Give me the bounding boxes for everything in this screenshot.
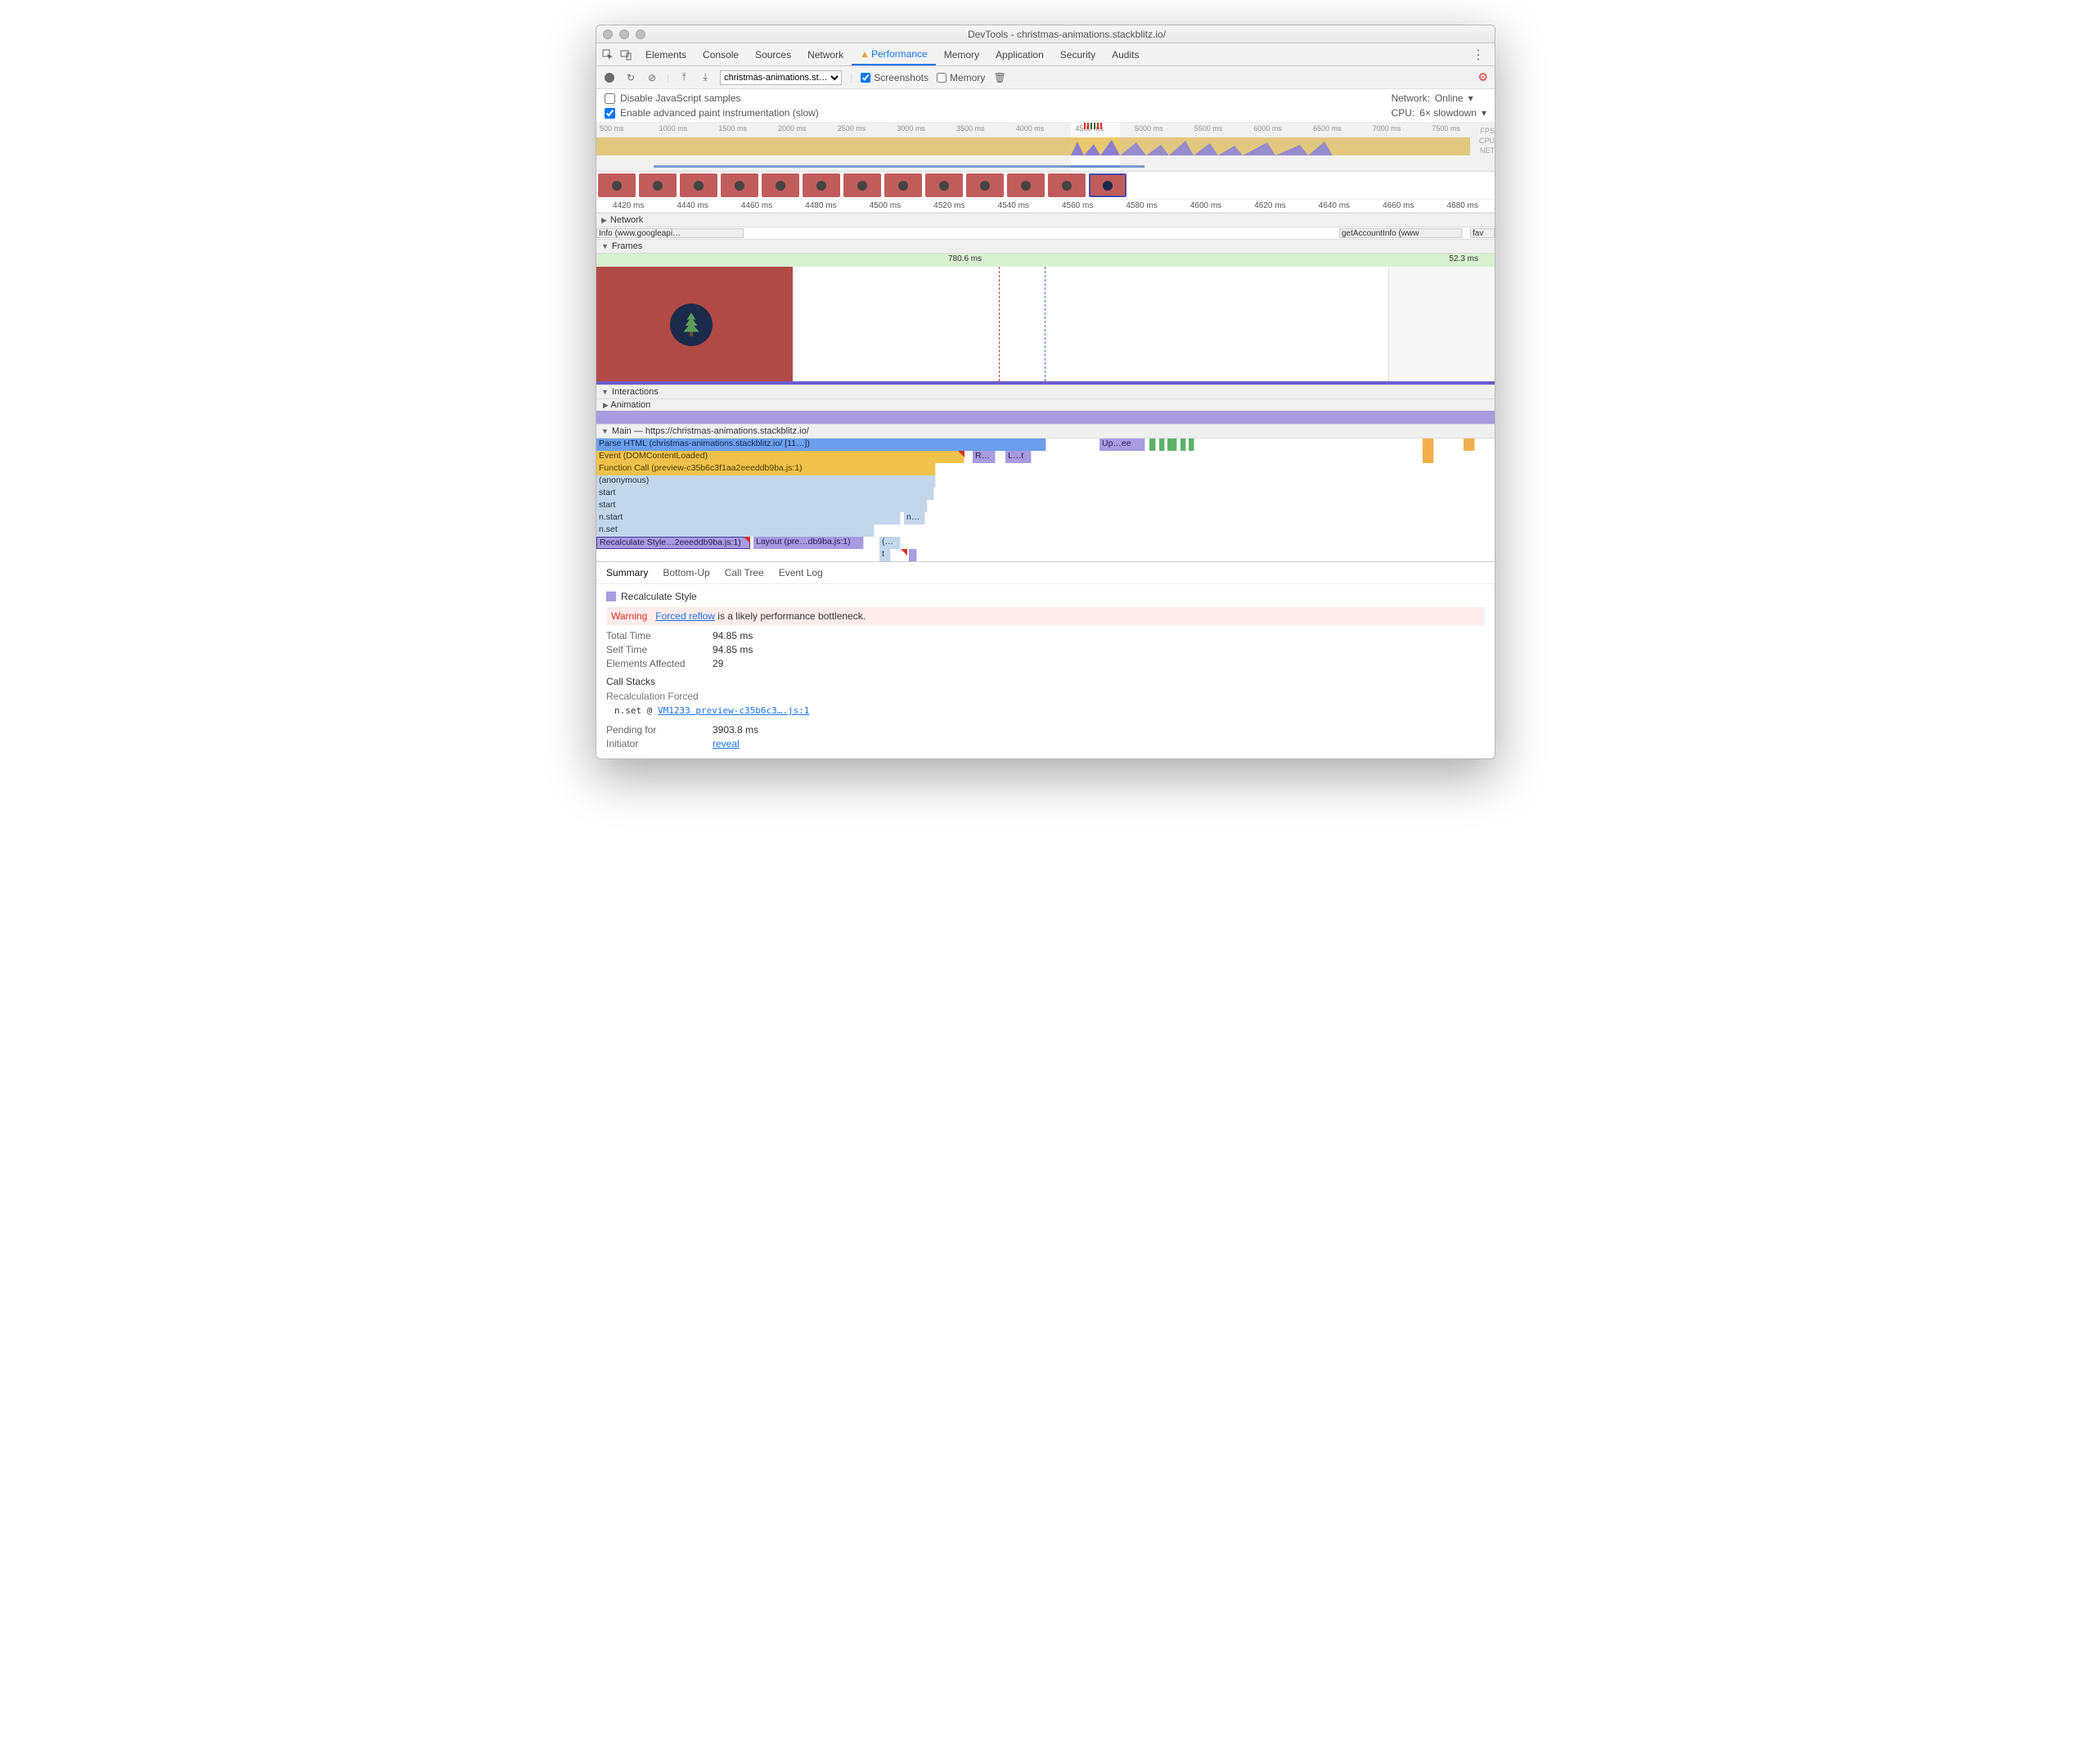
panel-tabs: Elements Console Sources Network ▲Perfor… <box>596 43 1495 66</box>
frame-screenshot <box>596 267 793 381</box>
network-section[interactable]: ▶Network <box>596 213 1495 227</box>
network-throttle[interactable]: Online <box>1435 92 1464 104</box>
flame-bar[interactable]: Parse HTML (christmas-animations.stackbl… <box>596 439 1046 451</box>
reload-button[interactable]: ↻ <box>624 71 637 84</box>
details-tabs: Summary Bottom-Up Call Tree Event Log <box>596 561 1495 584</box>
forced-reflow-link[interactable]: Forced reflow <box>655 610 715 622</box>
traffic-lights <box>603 29 645 39</box>
tab-memory[interactable]: Memory <box>936 43 987 65</box>
screenshots-toggle[interactable]: Screenshots <box>861 72 929 83</box>
interactions-bar[interactable] <box>596 411 1495 424</box>
screenshot-canvas[interactable] <box>596 267 1495 381</box>
inspect-icon[interactable] <box>601 48 614 61</box>
memory-toggle[interactable]: Memory <box>937 72 985 83</box>
frames-lane[interactable]: 780.6 ms 52.3 ms <box>596 254 1495 267</box>
flame-chart[interactable]: Parse HTML (christmas-animations.stackbl… <box>596 439 1495 561</box>
frame-filmstrip[interactable] <box>596 172 1495 200</box>
target-select[interactable]: christmas-animations.st… <box>720 70 842 85</box>
warning-banner: Warning Forced reflow is a likely perfor… <box>606 607 1485 625</box>
call-stacks-heading: Call Stacks <box>606 676 1485 687</box>
flame-bar-selected[interactable]: Recalculate Style…2eeeddb9ba.js:1) <box>596 537 750 549</box>
tab-sources[interactable]: Sources <box>747 43 799 65</box>
frames-section[interactable]: ▼Frames <box>596 239 1495 254</box>
tab-performance[interactable]: ▲Performance <box>852 43 936 65</box>
chevron-right-icon: ▶ <box>601 216 607 225</box>
chevron-down-icon: ▼ <box>601 388 609 396</box>
chevron-down-icon: ▼ <box>601 427 609 435</box>
main-section[interactable]: ▼Main — https://christmas-animations.sta… <box>596 424 1495 439</box>
tab-elements[interactable]: Elements <box>637 43 695 65</box>
tab-bottomup[interactable]: Bottom-Up <box>663 567 709 578</box>
chevron-down-icon: ▼ <box>601 242 609 250</box>
summary-pane: Recalculate Style Warning Forced reflow … <box>596 584 1495 758</box>
interactions-section[interactable]: ▼Interactions <box>596 385 1495 399</box>
flame-bar[interactable]: t <box>879 549 891 561</box>
chevron-down-icon: ▾ <box>1468 92 1473 104</box>
enable-paint-instr[interactable]: Enable advanced paint instrumentation (s… <box>605 107 819 119</box>
flame-bar[interactable]: Event (DOMContentLoaded) <box>596 451 965 463</box>
timeline-overview[interactable]: 500 ms1000 ms1500 ms2000 ms2500 ms3000 m… <box>596 123 1495 172</box>
tab-audits[interactable]: Audits <box>1104 43 1147 65</box>
tab-security[interactable]: Security <box>1052 43 1104 65</box>
stack-source-link[interactable]: VM1233 preview-c35b6c3….js:1 <box>658 705 809 716</box>
flame-bar[interactable]: L…t <box>1005 451 1032 463</box>
chevron-down-icon: ▾ <box>1482 107 1486 119</box>
flame-bar[interactable]: (… <box>879 537 901 549</box>
zoom-dot[interactable] <box>636 29 645 39</box>
save-profile-icon[interactable]: ⤓ <box>699 71 712 84</box>
titlebar: DevTools - christmas-animations.stackbli… <box>596 25 1495 43</box>
settings-gear-icon[interactable]: ⚙ <box>1477 70 1488 84</box>
network-request[interactable]: getAccountInfo (www <box>1339 228 1462 238</box>
window-title: DevTools - christmas-animations.stackbli… <box>645 29 1488 40</box>
flame-bar[interactable]: start <box>596 500 928 512</box>
warning-icon: ▲ <box>860 48 870 60</box>
tab-application[interactable]: Application <box>987 43 1052 65</box>
tab-console[interactable]: Console <box>695 43 747 65</box>
perf-toolbar: ↻ ⊘ | ⤒ ⤓ christmas-animations.st… | Scr… <box>596 66 1495 89</box>
tree-icon <box>670 304 713 346</box>
more-menu-icon[interactable]: ⋮ <box>1467 47 1490 63</box>
close-dot[interactable] <box>603 29 613 39</box>
legend-swatch <box>606 592 616 601</box>
network-request[interactable]: fav <box>1470 228 1495 238</box>
flame-bar[interactable]: R… <box>973 451 996 463</box>
tab-eventlog[interactable]: Event Log <box>779 567 823 578</box>
flame-bar[interactable]: (anonymous) <box>596 475 936 488</box>
initiator-reveal-link[interactable]: reveal <box>713 738 740 749</box>
minimize-dot[interactable] <box>619 29 629 39</box>
capture-options: Disable JavaScript samples Enable advanc… <box>596 89 1495 123</box>
clear-button[interactable]: ⊘ <box>645 71 659 84</box>
flame-bar[interactable]: Function Call (preview-c35b6c3f1aa2eeedd… <box>596 463 936 475</box>
network-request[interactable]: Info (www.googleapi… <box>596 228 744 238</box>
stack-frame: n.set @ VM1233 preview-c35b6c3….js:1 <box>614 705 1485 716</box>
flame-bar[interactable]: Up…ee <box>1099 439 1145 451</box>
tab-network[interactable]: Network <box>799 43 852 65</box>
chevron-right-icon: ▶ <box>603 401 609 409</box>
flame-bar[interactable]: n.set <box>596 524 875 537</box>
event-legend: Recalculate Style <box>606 591 1485 602</box>
device-icon[interactable] <box>619 48 632 61</box>
record-button[interactable] <box>603 71 616 84</box>
disable-js-samples[interactable]: Disable JavaScript samples <box>605 92 819 104</box>
tab-summary[interactable]: Summary <box>606 567 648 578</box>
devtools-window: DevTools - christmas-animations.stackbli… <box>596 25 1495 759</box>
flame-bar[interactable]: Layout (pre…db9ba.js:1) <box>753 537 864 549</box>
flame-bar[interactable]: start <box>596 488 934 500</box>
flame-bar[interactable]: n.start <box>596 512 901 524</box>
flame-bar[interactable]: n… <box>904 512 925 524</box>
tab-calltree[interactable]: Call Tree <box>725 567 764 578</box>
load-profile-icon[interactable]: ⤒ <box>677 71 690 84</box>
gc-icon[interactable]: 🗑 <box>993 71 1006 84</box>
cpu-throttle[interactable]: 6× slowdown <box>1419 107 1477 119</box>
time-ruler: 4420 ms4440 ms4460 ms4480 ms4500 ms4520 … <box>596 200 1495 213</box>
network-lane[interactable]: Info (www.googleapi… getAccountInfo (www… <box>596 227 1495 239</box>
animation-row[interactable]: ▶ Animation <box>596 399 1495 411</box>
